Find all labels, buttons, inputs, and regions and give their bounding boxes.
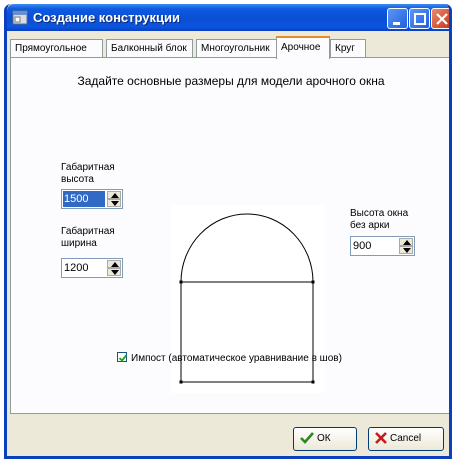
height-without-arch-spin-buttons[interactable]	[399, 238, 413, 254]
impost-checkbox[interactable]	[117, 352, 128, 362]
spin-up-button[interactable]	[399, 238, 413, 246]
impost-checkbox-row[interactable]: Импост (автоматическое уравнивание в шов…	[117, 352, 342, 364]
overall-height-spin-buttons[interactable]	[107, 191, 121, 207]
overall-height-spinner[interactable]	[61, 189, 123, 209]
close-icon	[436, 13, 448, 25]
overall-height-label-line2: высота	[61, 174, 94, 185]
height-without-arch-label: Высота окна без арки	[350, 208, 408, 232]
minimize-icon	[393, 22, 400, 25]
height-without-arch-input[interactable]	[352, 238, 394, 254]
overall-width-label: Габаритная ширина	[61, 226, 115, 250]
overall-width-input[interactable]	[63, 260, 105, 276]
tab-balcony-block[interactable]: Балконный блок	[106, 39, 193, 58]
cancel-button-label: Cancel	[390, 433, 422, 444]
arched-window-preview	[170, 205, 324, 393]
arrow-up-icon	[403, 240, 411, 245]
corner-point	[311, 380, 315, 384]
arrow-down-icon	[111, 201, 119, 206]
arched-window-drawing	[179, 213, 315, 384]
maximize-button[interactable]	[409, 8, 430, 29]
arrow-down-icon	[403, 248, 411, 253]
arrow-up-icon	[111, 193, 119, 198]
tab-rectangular[interactable]: Прямоугольное	[10, 39, 103, 58]
rectangle-outline	[180, 281, 314, 383]
overall-height-input[interactable]	[63, 191, 105, 207]
overall-width-label-line1: Габаритная	[61, 226, 115, 237]
ok-button-label: ОК	[317, 433, 331, 444]
dialog-window: Создание конструкции Прямоугольное Балко…	[4, 4, 452, 459]
arch-outline	[180, 213, 314, 283]
corner-point	[311, 280, 315, 284]
tab-panel-arched: Задайте основные размеры для модели ароч…	[10, 57, 449, 414]
minimize-button[interactable]	[387, 8, 408, 29]
instructions-heading: Задайте основные размеры для модели ароч…	[77, 74, 385, 88]
spin-down-button[interactable]	[107, 268, 121, 276]
spin-up-button[interactable]	[107, 191, 121, 199]
spin-down-button[interactable]	[107, 199, 121, 207]
height-without-arch-spinner[interactable]	[350, 236, 415, 256]
corner-point	[179, 280, 183, 284]
corner-point	[179, 380, 183, 384]
close-button[interactable]	[431, 8, 449, 29]
tab-arched[interactable]: Арочное	[276, 36, 330, 59]
tab-polygon[interactable]: Многоугольник	[196, 39, 277, 58]
checkmark-icon	[118, 354, 128, 362]
height-without-arch-label-line1: Высота окна	[350, 208, 409, 219]
tab-strip: Прямоугольное Балконный блок Многоугольн…	[10, 36, 449, 59]
cancel-button[interactable]: Cancel	[368, 427, 444, 451]
title-bar[interactable]: Создание конструкции	[7, 4, 449, 31]
arrow-down-icon	[111, 270, 119, 275]
cross-icon	[375, 432, 387, 444]
spin-up-button[interactable]	[107, 260, 121, 268]
maximize-icon	[414, 13, 426, 25]
app-icon	[12, 10, 28, 25]
ok-button[interactable]: ОК	[293, 427, 357, 451]
checkmark-icon	[300, 432, 314, 444]
overall-width-spin-buttons[interactable]	[107, 260, 121, 276]
impost-checkbox-label: Импост (автоматическое уравнивание в шов…	[131, 353, 342, 364]
tab-circle[interactable]: Круг	[330, 39, 366, 58]
height-without-arch-label-line2: без арки	[350, 220, 390, 231]
spin-down-button[interactable]	[399, 246, 413, 254]
overall-height-label: Габаритная высота	[61, 162, 115, 186]
overall-width-label-line2: ширина	[61, 238, 97, 249]
overall-height-label-line1: Габаритная	[61, 162, 115, 173]
overall-width-spinner[interactable]	[61, 258, 123, 278]
arrow-up-icon	[111, 262, 119, 267]
window-title: Создание конструкции	[33, 10, 180, 25]
